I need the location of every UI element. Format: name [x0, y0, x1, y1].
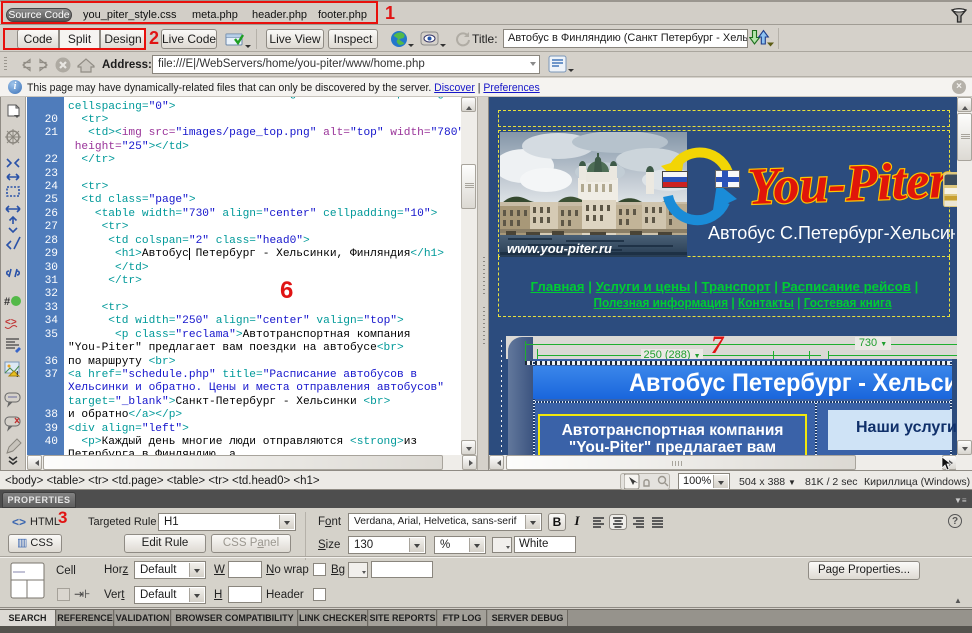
svg-text:You-Piter: You-Piter	[746, 152, 951, 216]
svg-text:!: !	[16, 370, 19, 379]
svg-text:<>: <>	[5, 317, 17, 328]
svg-text:#: #	[4, 296, 10, 308]
